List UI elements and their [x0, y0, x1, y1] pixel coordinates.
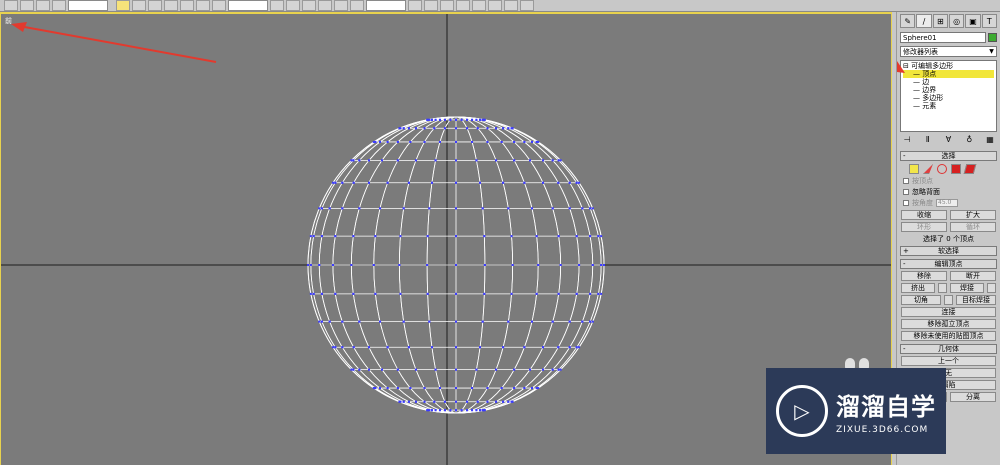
weld-settings-icon[interactable]	[987, 283, 996, 293]
rollout-soft-selection[interactable]: + 软选择	[900, 246, 997, 256]
ignore-backfacing-row: 忽略背面	[897, 186, 1000, 197]
detach-button[interactable]: 分离	[950, 392, 996, 402]
mirror-icon[interactable]	[408, 0, 422, 11]
spinner-snap-icon[interactable]	[350, 0, 364, 11]
rectangular-selection-icon[interactable]	[148, 0, 162, 11]
select-by-name-icon[interactable]	[132, 0, 146, 11]
layer-manager-icon[interactable]	[440, 0, 454, 11]
extrude-settings-icon[interactable]	[938, 283, 947, 293]
main-toolbar	[0, 0, 1000, 12]
loop-button[interactable]: 循环	[950, 222, 996, 232]
move-icon[interactable]	[180, 0, 194, 11]
weld-button[interactable]: 焊接	[950, 283, 984, 293]
rollout-geometry[interactable]: - 几何体	[900, 344, 997, 354]
stack-item-border[interactable]: — 边界	[903, 86, 994, 94]
break-button[interactable]: 断开	[950, 271, 996, 281]
rollout-edit-vertices[interactable]: - 编辑顶点	[900, 259, 997, 269]
show-end-result-icon[interactable]: Ⅱ	[923, 135, 933, 145]
element-level-icon[interactable]	[963, 164, 977, 174]
border-level-icon[interactable]	[937, 164, 947, 174]
render-icon[interactable]	[520, 0, 534, 11]
selection-filter-dropdown[interactable]	[68, 0, 108, 11]
stack-item-element[interactable]: — 元素	[903, 102, 994, 110]
play-logo-icon: ▷	[776, 385, 828, 437]
watermark-title: 溜溜自学	[836, 393, 936, 421]
annotation-arrow-left	[18, 25, 217, 63]
pivot-icon[interactable]	[270, 0, 284, 11]
material-editor-icon[interactable]	[488, 0, 502, 11]
angle-snap-icon[interactable]	[318, 0, 332, 11]
ring-button[interactable]: 环形	[901, 222, 947, 232]
make-unique-icon[interactable]: ∀	[944, 135, 954, 145]
remove-isolated-button[interactable]: 移除孤立顶点	[901, 319, 996, 329]
viewport-canvas	[1, 14, 891, 465]
chamfer-button[interactable]: 切角	[901, 295, 941, 305]
reference-coordinate-dropdown[interactable]	[228, 0, 268, 11]
chamfer-settings-icon[interactable]	[944, 295, 953, 305]
edge-level-icon[interactable]	[923, 164, 933, 174]
remove-unused-map-button[interactable]: 移除未使用的贴图顶点	[901, 331, 996, 341]
sphere-wireframe	[307, 116, 605, 414]
manipulate-icon[interactable]	[286, 0, 300, 11]
by-vertex-checkbox[interactable]	[903, 178, 909, 184]
redo-icon[interactable]	[20, 0, 34, 11]
configure-sets-icon[interactable]: ▦	[985, 135, 995, 145]
select-object-icon[interactable]	[116, 0, 130, 11]
by-vertex-row: 按顶点	[897, 175, 1000, 186]
by-angle-row: 按角度 45.0	[897, 197, 1000, 208]
remove-button[interactable]: 移除	[901, 271, 947, 281]
unlink-icon[interactable]	[52, 0, 66, 11]
window-crossing-icon[interactable]	[164, 0, 178, 11]
pin-stack-icon[interactable]: ⊣	[902, 135, 912, 145]
align-icon[interactable]	[424, 0, 438, 11]
extrude-button[interactable]: 挤出	[901, 283, 935, 293]
polygon-level-icon[interactable]	[951, 164, 961, 174]
shrink-button[interactable]: 收缩	[901, 210, 947, 220]
watermark: ▷ 溜溜自学 ZIXUE.3D66.COM	[766, 368, 946, 454]
remove-modifier-icon[interactable]: ♁	[964, 135, 974, 145]
watermark-url: ZIXUE.3D66.COM	[836, 425, 929, 435]
stack-item-polygon[interactable]: — 多边形	[903, 94, 994, 102]
percent-snap-icon[interactable]	[334, 0, 348, 11]
grow-button[interactable]: 扩大	[950, 210, 996, 220]
selection-status: 选择了 0 个顶点	[923, 235, 974, 243]
ignore-backfacing-checkbox[interactable]	[903, 189, 909, 195]
snap-icon[interactable]	[302, 0, 316, 11]
rotate-icon[interactable]	[196, 0, 210, 11]
rollout-selection[interactable]: - 选择	[900, 151, 997, 161]
previous-button[interactable]: 上一个	[901, 356, 996, 366]
named-selection-dropdown[interactable]	[366, 0, 406, 11]
curve-editor-icon[interactable]	[456, 0, 470, 11]
scale-icon[interactable]	[212, 0, 226, 11]
schematic-view-icon[interactable]	[472, 0, 486, 11]
by-angle-checkbox[interactable]	[903, 200, 909, 206]
render-setup-icon[interactable]	[504, 0, 518, 11]
annotation-arrowhead-left	[11, 22, 27, 32]
vertex-level-icon[interactable]	[909, 164, 919, 174]
front-viewport[interactable]: 前	[0, 12, 892, 465]
link-icon[interactable]	[36, 0, 50, 11]
angle-spinner[interactable]: 45.0	[936, 199, 958, 207]
annotation-arrow-right	[897, 61, 905, 73]
undo-icon[interactable]	[4, 0, 18, 11]
connect-button[interactable]: 连接	[901, 307, 996, 317]
stack-tools: ⊣ Ⅱ ∀ ♁ ▦	[897, 132, 1000, 148]
target-weld-button[interactable]: 目标焊接	[956, 295, 996, 305]
modifier-stack[interactable]: ⊟ 可编辑多边形 — 顶点 — 边 — 边界 — 多边形 — 元素	[897, 60, 997, 132]
